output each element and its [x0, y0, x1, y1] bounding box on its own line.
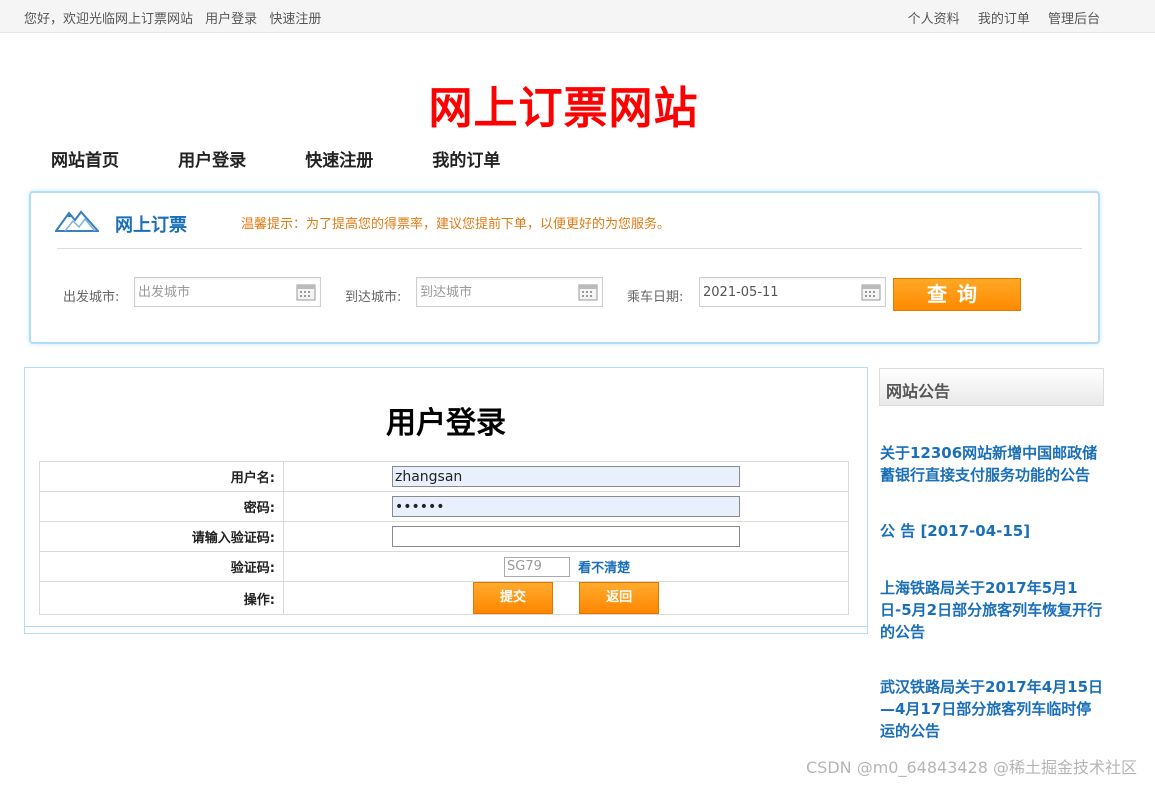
notice-item[interactable]: 公 告 [2017-04-15]: [880, 520, 1104, 542]
query-button[interactable]: 查询: [893, 278, 1021, 311]
action-label: 操作:: [39, 581, 284, 615]
action-cell: 提交 返回: [283, 581, 849, 615]
my-orders-link[interactable]: 我的订单: [978, 12, 1030, 27]
table-row: 用户名:: [39, 461, 849, 492]
table-row: 密码:: [39, 491, 849, 522]
divider: [25, 626, 867, 627]
login-panel: 用户登录 用户名: 密码: 请输入验证码: 验证码: 看不清楚: [24, 367, 868, 634]
notice-header: 网站公告: [879, 368, 1104, 406]
password-label: 密码:: [39, 491, 284, 522]
captcha-input[interactable]: [392, 526, 740, 547]
table-row: 操作: 提交 返回: [39, 581, 849, 615]
notice-item[interactable]: 关于12306网站新增中国邮政储蓄银行直接支付服务功能的公告: [880, 442, 1104, 486]
from-city-input[interactable]: [135, 278, 285, 306]
top-login-link[interactable]: 用户登录: [205, 12, 257, 27]
ticket-search-panel: 网上订票 温馨提示：为了提高您的得票率，建议您提前下单，以便更好的为您服务。 出…: [29, 191, 1100, 344]
captcha-code: [504, 556, 570, 577]
nav-home[interactable]: 网站首页: [51, 146, 119, 171]
tip-text: 温馨提示：为了提高您的得票率，建议您提前下单，以便更好的为您服务。: [241, 217, 671, 232]
ticket-title: 网上订票: [115, 215, 187, 236]
date-label: 乘车日期:: [627, 290, 684, 305]
notice-item[interactable]: 武汉铁路局关于2017年4月15日—4月17日部分旅客列车临时停运的公告: [880, 676, 1104, 742]
captcha-label: 验证码:: [39, 551, 284, 582]
main-nav: 网站首页 用户登录 快速注册 我的订单: [51, 146, 555, 171]
refresh-captcha-link[interactable]: 看不清楚: [578, 561, 630, 576]
password-input[interactable]: [392, 496, 740, 517]
table-row: 请输入验证码:: [39, 521, 849, 552]
admin-link[interactable]: 管理后台: [1048, 12, 1100, 27]
notice-item[interactable]: 上海铁路局关于2017年5月1日-5月2日部分旅客列车恢复开行的公告: [880, 577, 1104, 643]
login-title: 用户登录: [386, 406, 506, 441]
date-input[interactable]: [700, 278, 850, 306]
back-button[interactable]: 返回: [579, 582, 660, 614]
calendar-icon[interactable]: [578, 283, 598, 305]
from-city-label: 出发城市:: [63, 290, 120, 305]
top-bar-right: 个人资料 我的订单 管理后台: [894, 8, 1100, 27]
login-form-table: 用户名: 密码: 请输入验证码: 验证码: 看不清楚 操作:: [39, 461, 849, 615]
username-label: 用户名:: [39, 461, 284, 492]
nav-register[interactable]: 快速注册: [305, 146, 373, 171]
welcome-text: 您好，欢迎光临网上订票网站: [24, 12, 194, 27]
top-bar-left: 您好，欢迎光临网上订票网站 用户登录 快速注册: [24, 8, 329, 27]
captcha-cell: 看不清楚: [283, 551, 849, 582]
watermark: CSDN @m0_64843428 @稀土掘金技术社区: [806, 758, 1137, 777]
captcha-input-label: 请输入验证码:: [39, 521, 284, 552]
profile-link[interactable]: 个人资料: [908, 12, 960, 27]
table-row: 验证码: 看不清楚: [39, 551, 849, 582]
password-cell: [283, 491, 849, 522]
to-city-input[interactable]: [417, 278, 567, 306]
mountain-logo-icon: [54, 207, 101, 237]
to-city-label: 到达城市:: [345, 290, 402, 305]
divider: [57, 248, 1082, 249]
calendar-icon[interactable]: [296, 283, 316, 305]
date-field: [699, 277, 886, 307]
captcha-input-cell: [283, 521, 849, 552]
nav-my-orders[interactable]: 我的订单: [432, 146, 500, 171]
nav-login[interactable]: 用户登录: [178, 146, 246, 171]
username-cell: [283, 461, 849, 492]
calendar-icon[interactable]: [861, 283, 881, 305]
username-input[interactable]: [392, 466, 740, 487]
top-register-link[interactable]: 快速注册: [269, 12, 321, 27]
to-city-field: [416, 277, 603, 307]
from-city-field: [134, 277, 321, 307]
site-title: 网上订票网站: [428, 83, 699, 134]
top-bar: 您好，欢迎光临网上订票网站 用户登录 快速注册 个人资料 我的订单 管理后台: [0, 0, 1155, 33]
submit-button[interactable]: 提交: [473, 582, 553, 614]
